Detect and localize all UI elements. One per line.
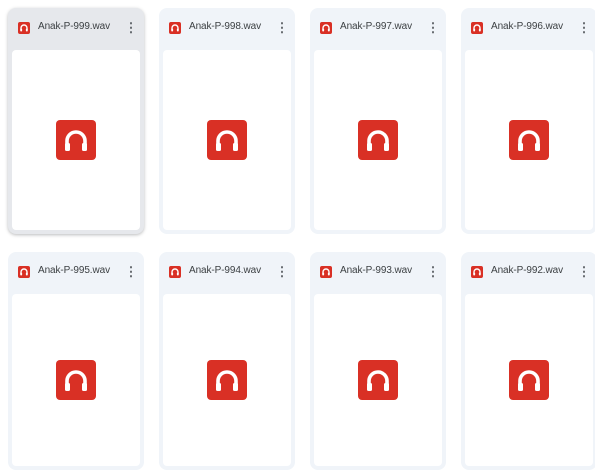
file-card[interactable]: Anak-P-995.wav ⋮ [8,252,144,470]
file-preview[interactable] [163,294,291,466]
headphones-icon [207,120,247,160]
headphones-icon [358,360,398,400]
file-name: Anak-P-995.wav [38,265,110,276]
audio-file-icon [320,266,332,278]
headphones-icon [509,120,549,160]
card-header: Anak-P-995.wav ⋮ [8,252,144,292]
file-card[interactable]: Anak-P-997.wav ⋮ [310,8,446,234]
audio-file-icon [169,22,181,34]
audio-file-icon [471,22,483,34]
headphones-icon [56,120,96,160]
file-preview[interactable] [465,50,593,230]
file-preview[interactable] [163,50,291,230]
more-options-button[interactable]: ⋮ [577,263,591,281]
card-header: Anak-P-994.wav ⋮ [159,252,295,292]
file-card[interactable]: Anak-P-998.wav ⋮ [159,8,295,234]
more-options-button[interactable]: ⋮ [124,263,138,281]
file-name: Anak-P-994.wav [189,265,261,276]
card-header: Anak-P-999.wav ⋮ [8,8,144,48]
card-header: Anak-P-993.wav ⋮ [310,252,446,292]
file-name: Anak-P-996.wav [491,21,563,32]
file-preview[interactable] [314,294,442,466]
headphones-icon [207,360,247,400]
file-grid: Anak-P-999.wav ⋮ Anak-P-998.wav ⋮ Anak-P… [0,0,595,472]
audio-file-icon [471,266,483,278]
file-preview[interactable] [465,294,593,466]
file-name: Anak-P-993.wav [340,265,412,276]
more-options-button[interactable]: ⋮ [577,19,591,37]
file-preview[interactable] [12,50,140,230]
audio-file-icon [18,22,30,34]
file-name: Anak-P-997.wav [340,21,412,32]
file-card[interactable]: Anak-P-994.wav ⋮ [159,252,295,470]
more-options-button[interactable]: ⋮ [275,19,289,37]
file-card[interactable]: Anak-P-996.wav ⋮ [461,8,595,234]
more-options-button[interactable]: ⋮ [426,263,440,281]
file-preview[interactable] [12,294,140,466]
file-card[interactable]: Anak-P-992.wav ⋮ [461,252,595,470]
file-name: Anak-P-998.wav [189,21,261,32]
audio-file-icon [18,266,30,278]
headphones-icon [56,360,96,400]
card-header: Anak-P-992.wav ⋮ [461,252,595,292]
file-preview[interactable] [314,50,442,230]
audio-file-icon [169,266,181,278]
headphones-icon [509,360,549,400]
audio-file-icon [320,22,332,34]
more-options-button[interactable]: ⋮ [124,19,138,37]
more-options-button[interactable]: ⋮ [426,19,440,37]
card-header: Anak-P-997.wav ⋮ [310,8,446,48]
more-options-button[interactable]: ⋮ [275,263,289,281]
headphones-icon [358,120,398,160]
file-card[interactable]: Anak-P-999.wav ⋮ [8,8,144,234]
file-card[interactable]: Anak-P-993.wav ⋮ [310,252,446,470]
file-name: Anak-P-992.wav [491,265,563,276]
card-header: Anak-P-998.wav ⋮ [159,8,295,48]
card-header: Anak-P-996.wav ⋮ [461,8,595,48]
file-name: Anak-P-999.wav [38,21,110,32]
